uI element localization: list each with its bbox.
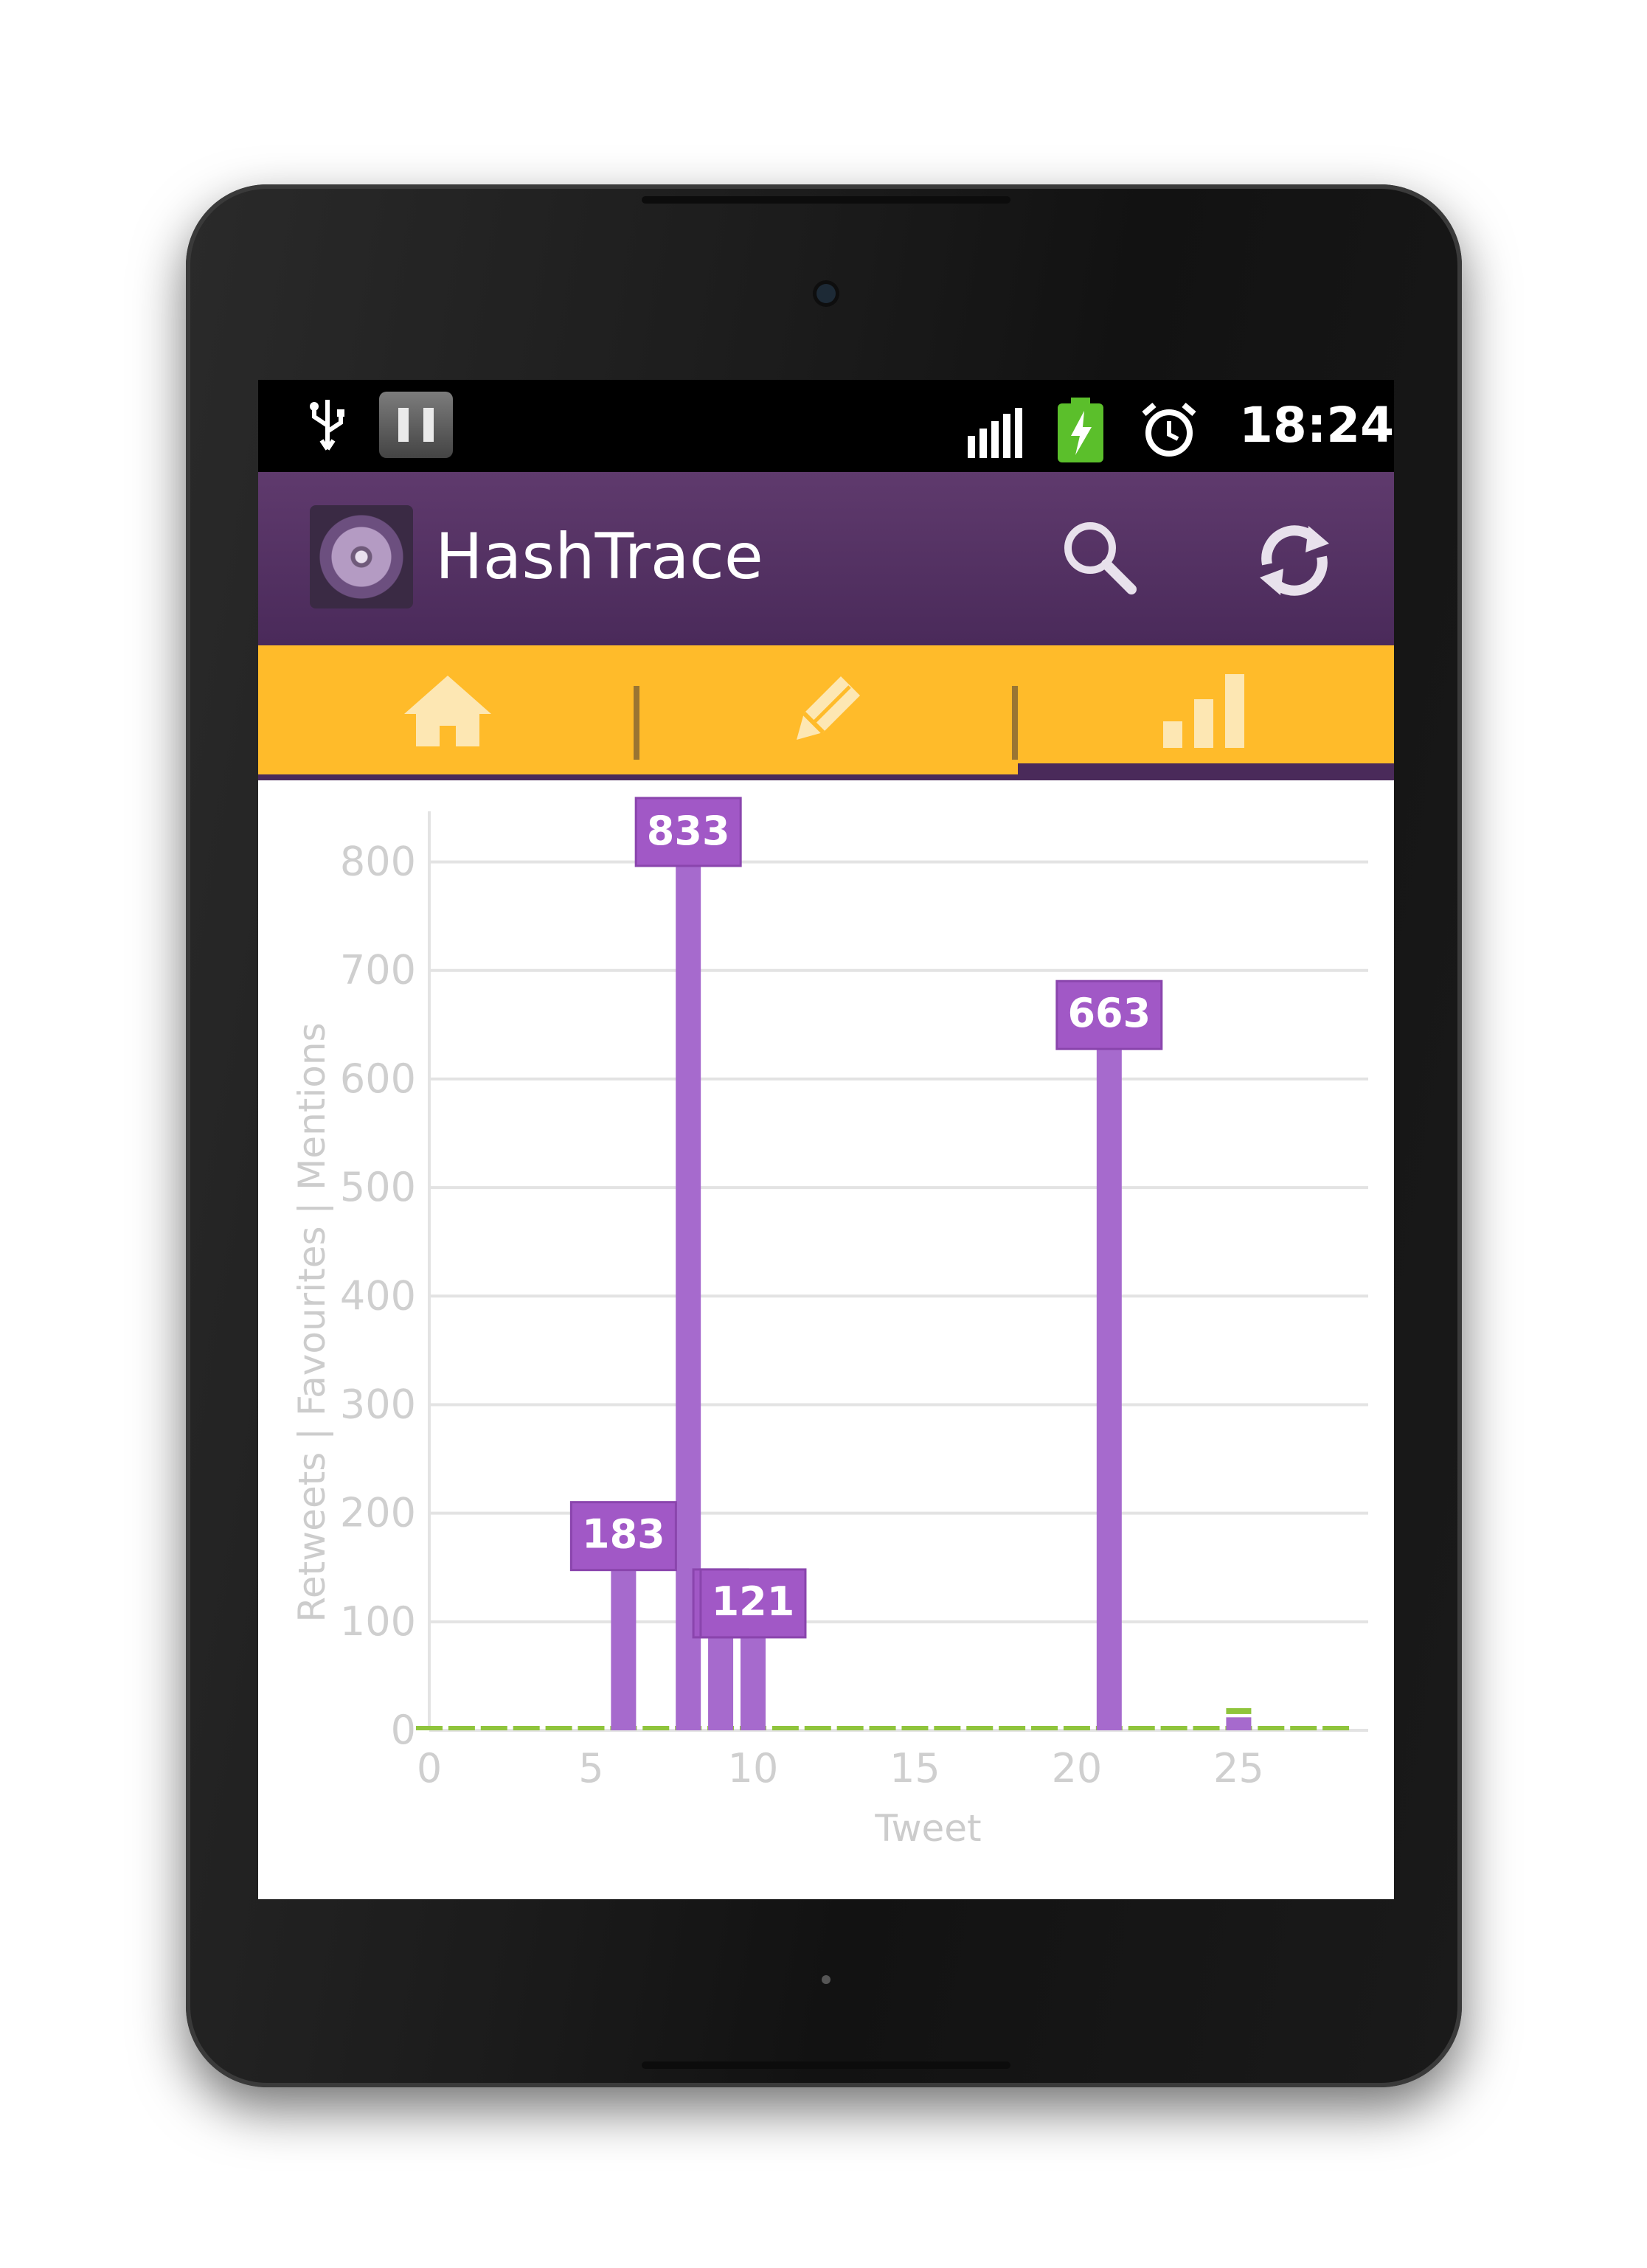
home-icon: [403, 675, 491, 746]
tab-stats[interactable]: [1015, 645, 1393, 774]
y-tick-label: 0: [391, 1707, 416, 1753]
chart-panel: 0 100 200 300 400 500 600 700 800 0 5 10 15 20 25 Tweet…: [258, 780, 1394, 1899]
y-tick-label: 100: [340, 1598, 416, 1645]
bar-favourites: [1226, 1707, 1252, 1714]
screen: 18:24 HashTrace 0 100 200 300 400 500 60…: [258, 380, 1394, 1899]
status-clock: 18:24: [1239, 397, 1394, 454]
notification-icon: [379, 392, 453, 458]
y-tick-label: 300: [340, 1381, 416, 1427]
bar-retweets: [1226, 1717, 1252, 1730]
tab-selected-indicator: [1018, 763, 1394, 780]
compose-icon: [796, 676, 860, 740]
light-sensor: [822, 1975, 831, 1984]
chart: 0 100 200 300 400 500 600 700 800 0 5 10 15 20 25 Tweet…: [291, 797, 1368, 1850]
battery-charging-icon: [1058, 398, 1103, 462]
speaker-grille-bottom: [642, 2061, 1010, 2069]
stats-icon: [1162, 673, 1244, 748]
app-title: HashTrace: [435, 520, 763, 594]
y-tick-label: 800: [340, 839, 416, 885]
y-tick-label: 700: [340, 947, 416, 993]
usb-icon: [310, 400, 344, 451]
data-label: 833: [647, 808, 730, 854]
y-axis-title: Retweets | Favourites | Mentions: [291, 1022, 333, 1622]
x-tick-label: 0: [417, 1745, 442, 1792]
tab-compose[interactable]: [637, 645, 1015, 774]
refresh-icon[interactable]: [1246, 513, 1342, 608]
status-bar: 18:24: [258, 380, 1394, 472]
x-tick-label: 5: [578, 1745, 603, 1792]
alarm-icon: [1142, 402, 1196, 457]
hashtrace-logo[interactable]: [310, 505, 413, 608]
x-tick-label: 15: [890, 1745, 940, 1792]
tab-home[interactable]: [258, 645, 637, 774]
signal-icon: [968, 408, 1022, 458]
data-label: 663: [1067, 990, 1151, 1036]
x-tick-label: 20: [1052, 1745, 1103, 1792]
x-tick-label: 10: [728, 1745, 779, 1792]
x-tick-label: 25: [1213, 1745, 1264, 1792]
front-camera: [816, 284, 836, 303]
tab-bar: [258, 645, 1394, 774]
data-label: 121: [712, 1578, 795, 1625]
y-tick-label: 600: [340, 1055, 416, 1102]
bar-retweets: [1096, 1010, 1122, 1730]
x-axis-title: Tweet: [874, 1807, 981, 1850]
action-bar: HashTrace: [258, 472, 1394, 645]
y-tick-label: 200: [340, 1490, 416, 1536]
speaker-grille-top: [642, 196, 1010, 204]
data-label: 183: [582, 1511, 665, 1558]
y-tick-label: 500: [340, 1164, 416, 1210]
y-tick-label: 400: [340, 1272, 416, 1319]
search-icon[interactable]: [1055, 513, 1143, 601]
